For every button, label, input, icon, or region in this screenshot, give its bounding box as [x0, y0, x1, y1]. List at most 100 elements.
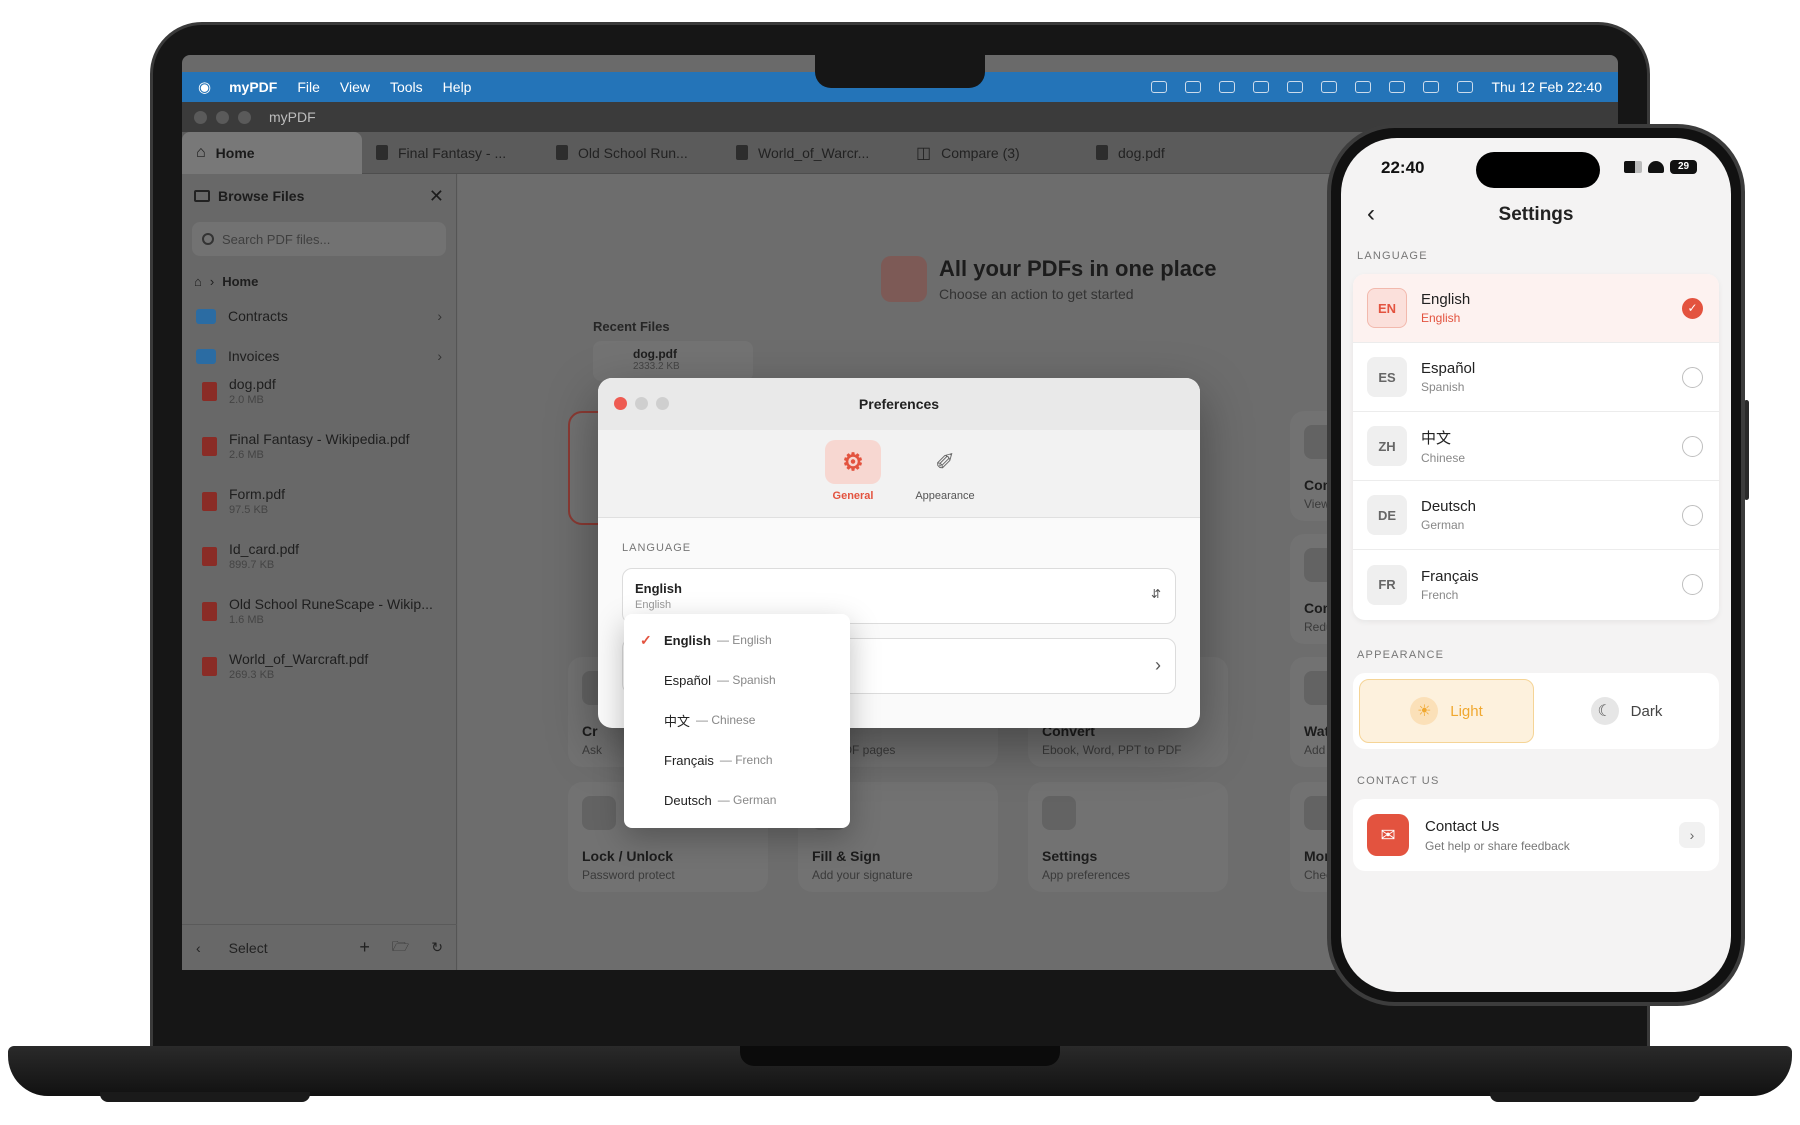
bluetooth-icon[interactable] [1321, 81, 1338, 93]
menu-app-name[interactable]: myPDF [229, 79, 277, 95]
recent-files-label: Recent Files [593, 319, 670, 334]
language-code: DE [1367, 495, 1407, 535]
wifi-icon[interactable] [1389, 81, 1406, 93]
refresh-icon[interactable]: ↻ [431, 939, 443, 956]
action-card-settings[interactable]: Settings App preferences [1028, 782, 1228, 892]
sidebar-file[interactable]: Old School RuneScape - Wikip... 1.6 MB [182, 596, 456, 651]
sidebar-file[interactable]: Id_card.pdf 899.7 KB [182, 541, 456, 596]
phone-language-chinese[interactable]: ZH 中文 Chinese [1353, 412, 1719, 481]
recent-file-card[interactable]: dog.pdf 2333.2 KB [593, 341, 753, 381]
radio-icon[interactable] [1682, 367, 1703, 388]
language-name: English [1421, 291, 1471, 308]
play-icon[interactable] [1219, 81, 1236, 93]
tab-final-fantasy[interactable]: Final Fantasy - ... [362, 132, 542, 174]
cloud-icon[interactable] [1151, 81, 1168, 93]
language-sub: Chinese [1421, 451, 1466, 465]
language-option-english[interactable]: ✓ English — English [624, 620, 850, 660]
sidebar-file[interactable]: Form.pdf 97.5 KB [182, 486, 456, 541]
menu-help[interactable]: Help [443, 79, 472, 95]
chevron-right-icon: › [437, 308, 442, 324]
sidebar-folder-contracts[interactable]: Contracts › [182, 296, 456, 336]
phone-language-spanish[interactable]: ES Español Spanish [1353, 343, 1719, 412]
contact-title: Contact Us [1425, 817, 1500, 835]
select-button[interactable]: Select [229, 940, 268, 956]
tab-appearance[interactable]: ✐ Appearance [913, 440, 977, 517]
mail-icon: ✉ [1367, 814, 1409, 856]
window-close-button[interactable] [194, 110, 207, 124]
phone-language-english[interactable]: EN English English ✓ [1353, 274, 1719, 343]
document-icon [376, 145, 388, 160]
tab-old-school-runescape[interactable]: Old School Run... [542, 132, 722, 174]
phone-language-french[interactable]: FR Français French [1353, 550, 1719, 619]
sidebar-folder-invoices[interactable]: Invoices › [182, 336, 456, 376]
language-code: EN [1367, 288, 1407, 328]
tab-home[interactable]: ⌂ Home [182, 131, 362, 174]
tab-general[interactable]: ⚙ General [821, 440, 885, 517]
window-zoom-button[interactable] [238, 110, 251, 124]
breadcrumb[interactable]: ⌂ › Home [182, 266, 456, 296]
dark-mode-label: Dark [1630, 702, 1663, 720]
tab-compare[interactable]: ◫ Compare (3) [902, 132, 1082, 174]
file-name: Id_card.pdf [229, 541, 300, 557]
phone-language-german[interactable]: DE Deutsch German [1353, 481, 1719, 550]
add-icon[interactable]: + [359, 937, 370, 958]
laptop-foot-right [1490, 1092, 1700, 1102]
menu-clock[interactable]: Thu 12 Feb 22:40 [1491, 79, 1602, 95]
language-option-chinese[interactable]: 中文 — Chinese [624, 700, 850, 740]
volume-icon[interactable] [1185, 81, 1202, 93]
tab-label: Home [215, 144, 255, 161]
phone-language-section-label: LANGUAGE [1357, 250, 1428, 262]
menu-tools[interactable]: Tools [390, 79, 423, 95]
close-icon[interactable]: ✕ [429, 186, 444, 207]
folder-name: Invoices [228, 348, 280, 364]
window-minimize-button[interactable] [216, 110, 229, 124]
tab-dog-pdf[interactable]: dog.pdf [1082, 132, 1262, 174]
language-sub: German [1421, 518, 1465, 532]
pdf-file-icon [202, 382, 217, 401]
menu-view[interactable]: View [340, 79, 370, 95]
pdf-file-icon [202, 437, 217, 456]
radio-icon[interactable] [1682, 505, 1703, 526]
compare-icon: ◫ [916, 144, 932, 162]
sidebar-file[interactable]: dog.pdf 2.0 MB [182, 376, 456, 431]
pdf-file-icon [202, 547, 217, 566]
search-placeholder: Search PDF files... [222, 231, 331, 247]
file-size: 97.5 KB [229, 504, 269, 516]
control-center-icon[interactable] [1457, 81, 1474, 93]
language-option-french[interactable]: Français — French [624, 740, 850, 780]
radio-icon[interactable] [1682, 574, 1703, 595]
phone-appearance-toggle: ☀ Light ☾ Dark [1353, 673, 1719, 749]
folder-icon [196, 308, 216, 324]
window-title: myPDF [269, 109, 316, 125]
language-option-spanish[interactable]: Español — Spanish [624, 660, 850, 700]
tab-world-of-warcraft[interactable]: World_of_Warcr... [722, 132, 902, 174]
pdf-file-icon [202, 657, 217, 676]
radio-checked-icon[interactable]: ✓ [1682, 298, 1703, 319]
light-mode-button[interactable]: ☀ Light [1359, 679, 1534, 743]
language-sub: Spanish [1421, 380, 1465, 394]
siri-icon[interactable] [1423, 81, 1440, 93]
option-label: 中文 [664, 713, 691, 729]
battery-icon[interactable] [1355, 81, 1372, 93]
dialog-minimize-button[interactable] [635, 397, 648, 410]
sidebar-file[interactable]: Final Fantasy - Wikipedia.pdf 2.6 MB [182, 431, 456, 486]
language-code: ZH [1367, 426, 1407, 466]
apple-icon[interactable]: ◉ [198, 78, 211, 96]
language-option-german[interactable]: Deutsch — German [624, 780, 850, 820]
radio-icon[interactable] [1682, 436, 1703, 457]
spotlight-icon[interactable] [1287, 81, 1304, 93]
dark-mode-button[interactable]: ☾ Dark [1540, 679, 1713, 743]
document-icon [881, 256, 927, 302]
dialog-close-button[interactable] [614, 397, 627, 410]
menu-file[interactable]: File [297, 79, 320, 95]
card-title: Settings [1042, 848, 1098, 864]
new-folder-icon[interactable]: 🗁 [392, 936, 409, 960]
search-input[interactable]: Search PDF files... [192, 222, 446, 256]
keyboard-input-icon[interactable] [1253, 81, 1270, 93]
document-icon [1096, 145, 1108, 160]
contact-us-row[interactable]: ✉ Contact Us Get help or share feedback … [1353, 799, 1719, 871]
dialog-zoom-button[interactable] [656, 397, 669, 410]
back-icon[interactable]: ‹ [196, 940, 201, 956]
sidebar-file[interactable]: World_of_Warcraft.pdf 269.3 KB [182, 651, 456, 706]
file-size: 269.3 KB [229, 669, 275, 681]
